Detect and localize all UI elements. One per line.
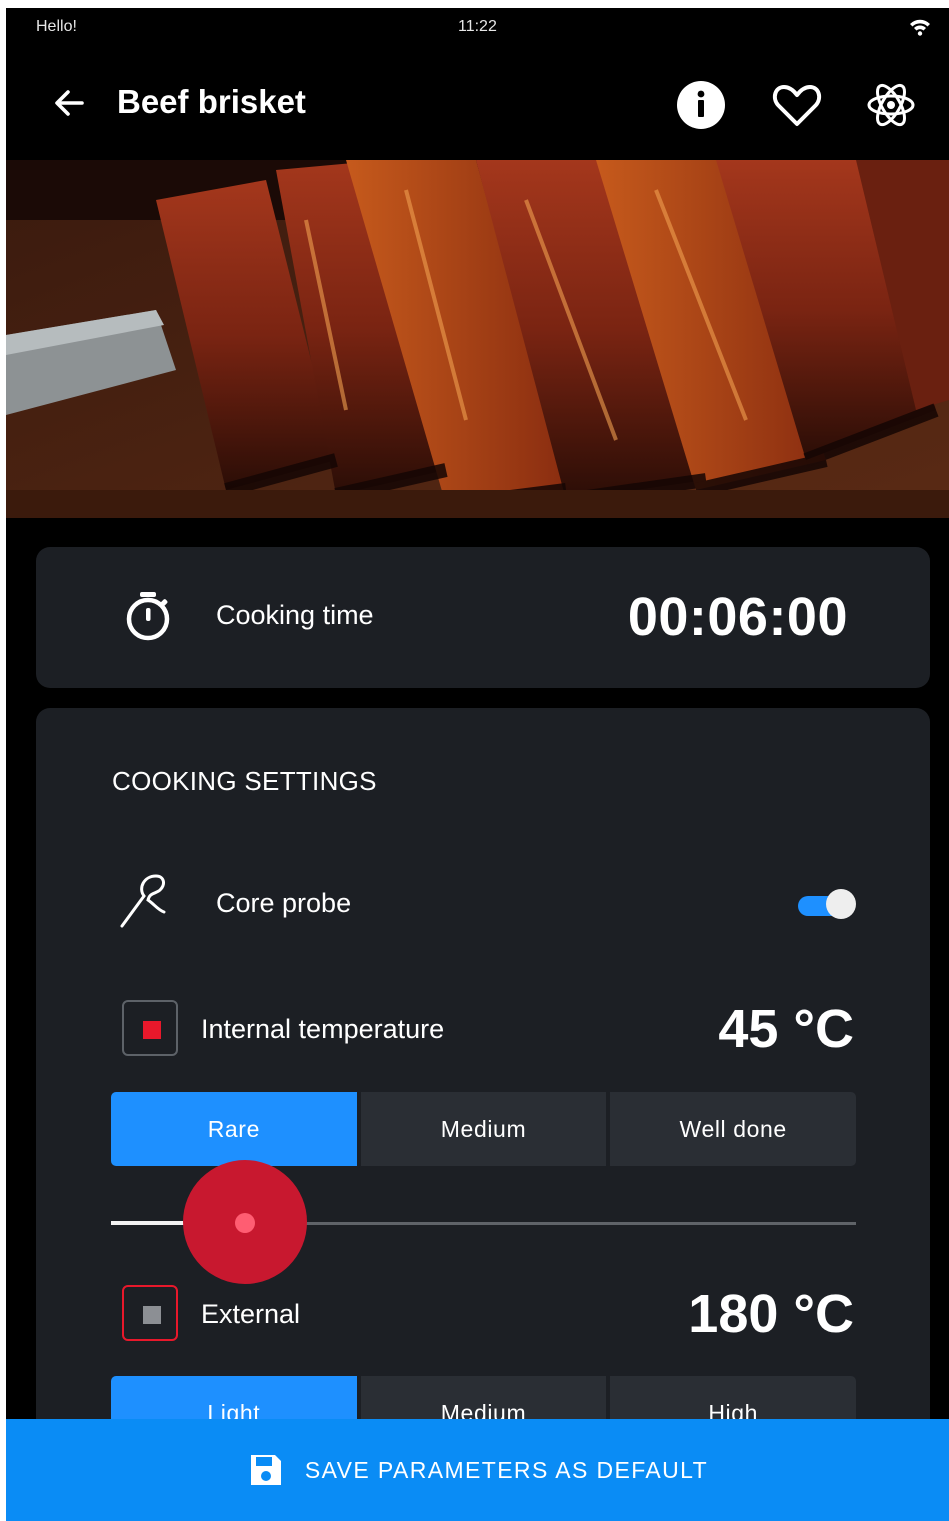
doneness-medium[interactable]: Medium (360, 1092, 607, 1166)
slider-thumb[interactable] (235, 1213, 255, 1233)
doneness-well-done[interactable]: Well done (610, 1092, 857, 1166)
cooking-time-card[interactable]: Cooking time 00:06:00 (36, 547, 930, 688)
internal-temperature-value: 45 °C (718, 999, 854, 1059)
internal-temperature-slider[interactable] (111, 1160, 856, 1284)
hero-image (6, 160, 949, 518)
doneness-rare[interactable]: Rare (111, 1092, 357, 1166)
external-temperature-checkbox[interactable] (122, 1285, 178, 1341)
page-title: Beef brisket (117, 83, 306, 120)
probe-icon (118, 870, 176, 930)
external-temperature-value: 180 °C (688, 1284, 854, 1344)
cooking-time-value: 00:06:00 (627, 587, 848, 647)
status-greeting: Hello! (36, 18, 77, 35)
status-bar: Hello! 11:22 (6, 8, 949, 48)
toggle-thumb (826, 889, 856, 919)
section-title: COOKING SETTINGS (112, 766, 377, 796)
core-probe-toggle[interactable] (796, 888, 856, 919)
save-icon (247, 1451, 285, 1489)
save-parameters-label: SAVE PARAMETERS AS DEFAULT (304, 1456, 709, 1483)
stopwatch-icon (120, 588, 176, 644)
save-parameters-button[interactable]: SAVE PARAMETERS AS DEFAULT (6, 1419, 949, 1521)
app-bar: Beef brisket (6, 68, 949, 142)
cooking-time-label: Cooking time (216, 600, 374, 630)
info-icon[interactable] (674, 78, 728, 132)
app-screen: Hello! 11:22 Beef brisket Cooking time 0… (6, 8, 949, 1521)
wifi-icon (909, 18, 931, 41)
doneness-selector: Rare Medium Well done (111, 1092, 857, 1166)
core-probe-label: Core probe (216, 888, 352, 918)
heart-icon[interactable] (770, 78, 824, 132)
content-area: Cooking time 00:06:00 COOKING SETTINGS C… (6, 518, 949, 1521)
external-temperature-label: External (201, 1299, 301, 1329)
cooking-settings-card: COOKING SETTINGS Core probe Internal tem… (36, 708, 930, 1521)
checkbox-indicator (143, 1021, 161, 1039)
atom-icon[interactable] (864, 78, 918, 132)
checkbox-indicator (143, 1306, 161, 1324)
internal-temperature-checkbox[interactable] (122, 1000, 178, 1056)
internal-temperature-label: Internal temperature (201, 1014, 445, 1044)
back-arrow-icon[interactable] (48, 82, 90, 124)
status-time: 11:22 (458, 18, 497, 35)
